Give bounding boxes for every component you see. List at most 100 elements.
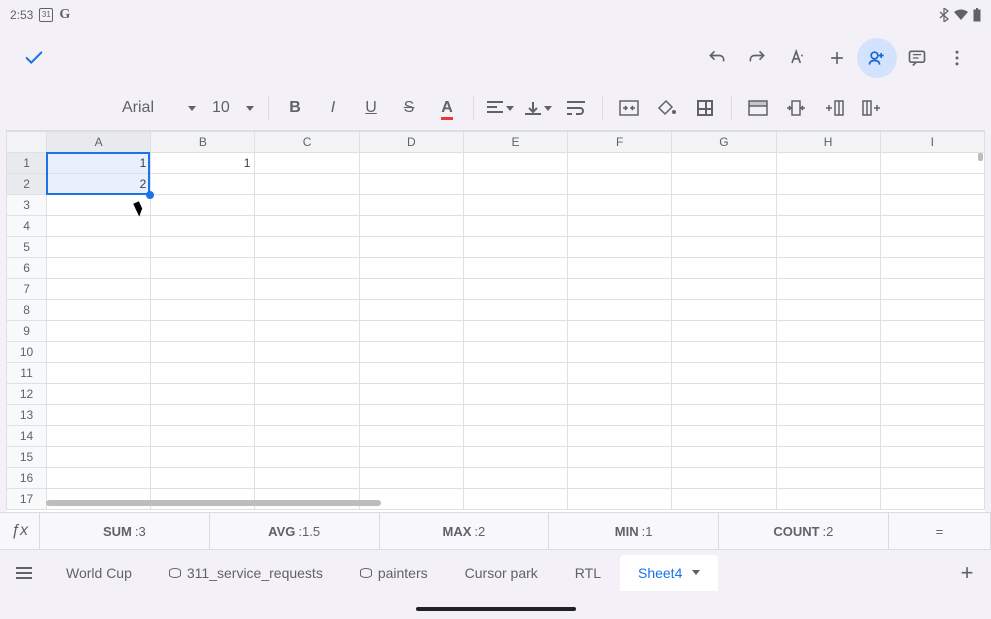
cell-H13[interactable] — [776, 405, 880, 426]
insert-column-right-button[interactable] — [854, 90, 890, 126]
cell-C15[interactable] — [255, 447, 359, 468]
column-header-E[interactable]: E — [463, 132, 567, 153]
cell-A15[interactable] — [47, 447, 151, 468]
cell-E12[interactable] — [463, 384, 567, 405]
row-header-10[interactable]: 10 — [7, 342, 47, 363]
cell-B11[interactable] — [151, 363, 255, 384]
cell-C4[interactable] — [255, 216, 359, 237]
freeze-button[interactable] — [740, 90, 776, 126]
row-header-17[interactable]: 17 — [7, 489, 47, 510]
cell-C6[interactable] — [255, 258, 359, 279]
cell-D12[interactable] — [359, 384, 463, 405]
cell-E16[interactable] — [463, 468, 567, 489]
cell-G16[interactable] — [672, 468, 776, 489]
cell-G2[interactable] — [672, 174, 776, 195]
cell-D15[interactable] — [359, 447, 463, 468]
underline-button[interactable]: U — [353, 90, 389, 126]
redo-button[interactable] — [737, 38, 777, 78]
cell-C8[interactable] — [255, 300, 359, 321]
horizontal-align-button[interactable] — [482, 90, 518, 126]
stat-sum[interactable]: SUM: 3 — [40, 513, 210, 549]
cell-A8[interactable] — [47, 300, 151, 321]
add-sheet-button[interactable]: + — [949, 555, 985, 591]
confirm-button[interactable] — [14, 38, 54, 78]
undo-button[interactable] — [697, 38, 737, 78]
column-header-I[interactable]: I — [880, 132, 984, 153]
sheet-tab-Sheet4[interactable]: Sheet4 — [620, 555, 718, 591]
cell-I4[interactable] — [880, 216, 984, 237]
cell-G5[interactable] — [672, 237, 776, 258]
cell-E10[interactable] — [463, 342, 567, 363]
cell-C3[interactable] — [255, 195, 359, 216]
cell-F10[interactable] — [568, 342, 672, 363]
cell-G8[interactable] — [672, 300, 776, 321]
cell-C10[interactable] — [255, 342, 359, 363]
cell-A2[interactable]: 2 — [47, 174, 151, 195]
cell-D1[interactable] — [359, 153, 463, 174]
stat-avg[interactable]: AVG: 1.5 — [210, 513, 380, 549]
horizontal-scrollbar[interactable] — [46, 500, 381, 506]
row-header-7[interactable]: 7 — [7, 279, 47, 300]
cell-C14[interactable] — [255, 426, 359, 447]
strikethrough-button[interactable]: S — [391, 90, 427, 126]
cell-F8[interactable] — [568, 300, 672, 321]
cell-E4[interactable] — [463, 216, 567, 237]
cell-A9[interactable] — [47, 321, 151, 342]
cell-A14[interactable] — [47, 426, 151, 447]
cell-E1[interactable] — [463, 153, 567, 174]
cell-H8[interactable] — [776, 300, 880, 321]
cell-C5[interactable] — [255, 237, 359, 258]
cell-F15[interactable] — [568, 447, 672, 468]
cell-I13[interactable] — [880, 405, 984, 426]
cell-I6[interactable] — [880, 258, 984, 279]
cell-C12[interactable] — [255, 384, 359, 405]
cell-I9[interactable] — [880, 321, 984, 342]
cell-F3[interactable] — [568, 195, 672, 216]
cell-C1[interactable] — [255, 153, 359, 174]
cell-H15[interactable] — [776, 447, 880, 468]
cell-G4[interactable] — [672, 216, 776, 237]
column-header-F[interactable]: F — [568, 132, 672, 153]
cell-H10[interactable] — [776, 342, 880, 363]
vertical-scrollbar[interactable] — [978, 153, 983, 161]
cell-G7[interactable] — [672, 279, 776, 300]
select-all-corner[interactable] — [7, 132, 47, 153]
all-sheets-button[interactable] — [6, 555, 42, 591]
cell-H12[interactable] — [776, 384, 880, 405]
cell-E8[interactable] — [463, 300, 567, 321]
cell-C2[interactable] — [255, 174, 359, 195]
cell-A12[interactable] — [47, 384, 151, 405]
sheet-tab-RTL[interactable]: RTL — [557, 555, 619, 591]
cell-F9[interactable] — [568, 321, 672, 342]
sheet-tab-311_service_requests[interactable]: 311_service_requests — [151, 555, 341, 591]
row-header-11[interactable]: 11 — [7, 363, 47, 384]
cell-H2[interactable] — [776, 174, 880, 195]
cell-A5[interactable] — [47, 237, 151, 258]
cell-F2[interactable] — [568, 174, 672, 195]
cell-D9[interactable] — [359, 321, 463, 342]
row-header-6[interactable]: 6 — [7, 258, 47, 279]
cell-B14[interactable] — [151, 426, 255, 447]
cell-A4[interactable] — [47, 216, 151, 237]
cell-D6[interactable] — [359, 258, 463, 279]
sheet-tab-Cursor-park[interactable]: Cursor park — [447, 555, 556, 591]
cell-C16[interactable] — [255, 468, 359, 489]
cell-I1[interactable] — [880, 153, 984, 174]
sheet-tab-painters[interactable]: painters — [342, 555, 446, 591]
cell-E11[interactable] — [463, 363, 567, 384]
cell-A17[interactable] — [47, 489, 151, 510]
merge-cells-button[interactable] — [611, 90, 647, 126]
nav-handle[interactable] — [416, 607, 576, 611]
cell-B9[interactable] — [151, 321, 255, 342]
row-header-2[interactable]: 2 — [7, 174, 47, 195]
cell-G10[interactable] — [672, 342, 776, 363]
cell-B1[interactable]: 1 — [151, 153, 255, 174]
cell-H11[interactable] — [776, 363, 880, 384]
cell-E14[interactable] — [463, 426, 567, 447]
cell-B12[interactable] — [151, 384, 255, 405]
cell-H3[interactable] — [776, 195, 880, 216]
fill-handle[interactable] — [146, 191, 154, 199]
cell-F4[interactable] — [568, 216, 672, 237]
cell-F16[interactable] — [568, 468, 672, 489]
row-header-3[interactable]: 3 — [7, 195, 47, 216]
